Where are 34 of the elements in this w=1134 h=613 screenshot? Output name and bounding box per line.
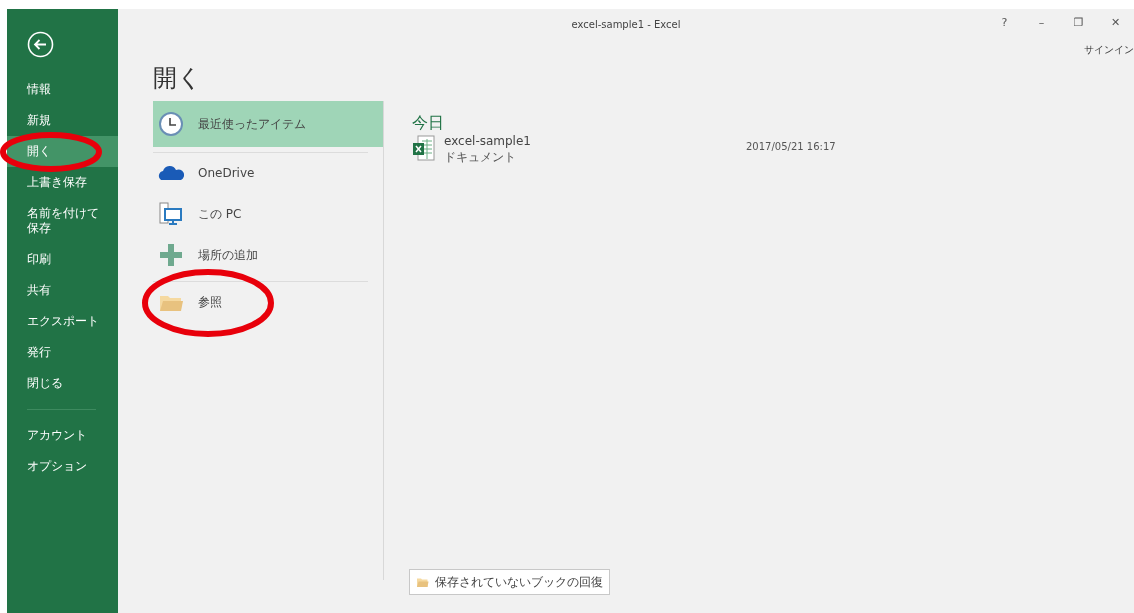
sidebar-item[interactable]: オプション bbox=[7, 451, 118, 482]
back-button[interactable] bbox=[27, 31, 54, 58]
sidebar-item[interactable]: エクスポート bbox=[7, 306, 118, 337]
clock-icon bbox=[158, 110, 184, 137]
sidebar-item[interactable]: 名前を付けて保存 bbox=[7, 198, 118, 244]
group-heading: 今日 bbox=[412, 111, 445, 134]
folder-icon bbox=[416, 576, 429, 588]
place-item[interactable]: 最近使ったアイテム bbox=[153, 100, 383, 147]
spreadsheet-icon bbox=[412, 134, 436, 161]
place-item[interactable]: OneDrive bbox=[153, 152, 383, 194]
window-title: excel-sample1 - Excel bbox=[571, 18, 681, 32]
place-item[interactable]: 場所の追加 bbox=[153, 234, 383, 276]
plus-icon bbox=[158, 242, 184, 269]
sidebar-item[interactable]: 共有 bbox=[7, 275, 118, 306]
sidebar-item[interactable]: 情報 bbox=[7, 74, 118, 105]
sidebar-item[interactable]: 上書き保存 bbox=[7, 167, 118, 198]
modified-date: 2017/05/21 16:17 bbox=[746, 139, 837, 154]
sidebar-item[interactable]: 印刷 bbox=[7, 244, 118, 275]
file-name[interactable]: excel-sample1 bbox=[444, 134, 531, 148]
sidebar-item[interactable]: 閉じる bbox=[7, 368, 118, 399]
place-item[interactable]: この PC bbox=[153, 193, 383, 235]
recover-button[interactable]: 保存されていないブックの回復 bbox=[409, 569, 610, 595]
page-heading: 開く bbox=[153, 64, 203, 93]
sidebar-item[interactable]: 新規 bbox=[7, 105, 118, 136]
sidebar-item[interactable]: アカウント bbox=[7, 420, 118, 451]
sidebar-item[interactable]: 発行 bbox=[7, 337, 118, 368]
computer-icon bbox=[158, 201, 184, 228]
file-location: ドキュメント bbox=[444, 149, 517, 166]
sign-in-link[interactable]: サインイン bbox=[1084, 42, 1134, 57]
help-button[interactable]: ? bbox=[986, 14, 1023, 32]
close-button[interactable]: ✕ bbox=[1097, 14, 1134, 32]
place-item[interactable]: 参照 bbox=[153, 281, 383, 323]
restore-button[interactable]: ❐ bbox=[1060, 14, 1097, 32]
minimize-button[interactable]: – bbox=[1023, 14, 1060, 32]
